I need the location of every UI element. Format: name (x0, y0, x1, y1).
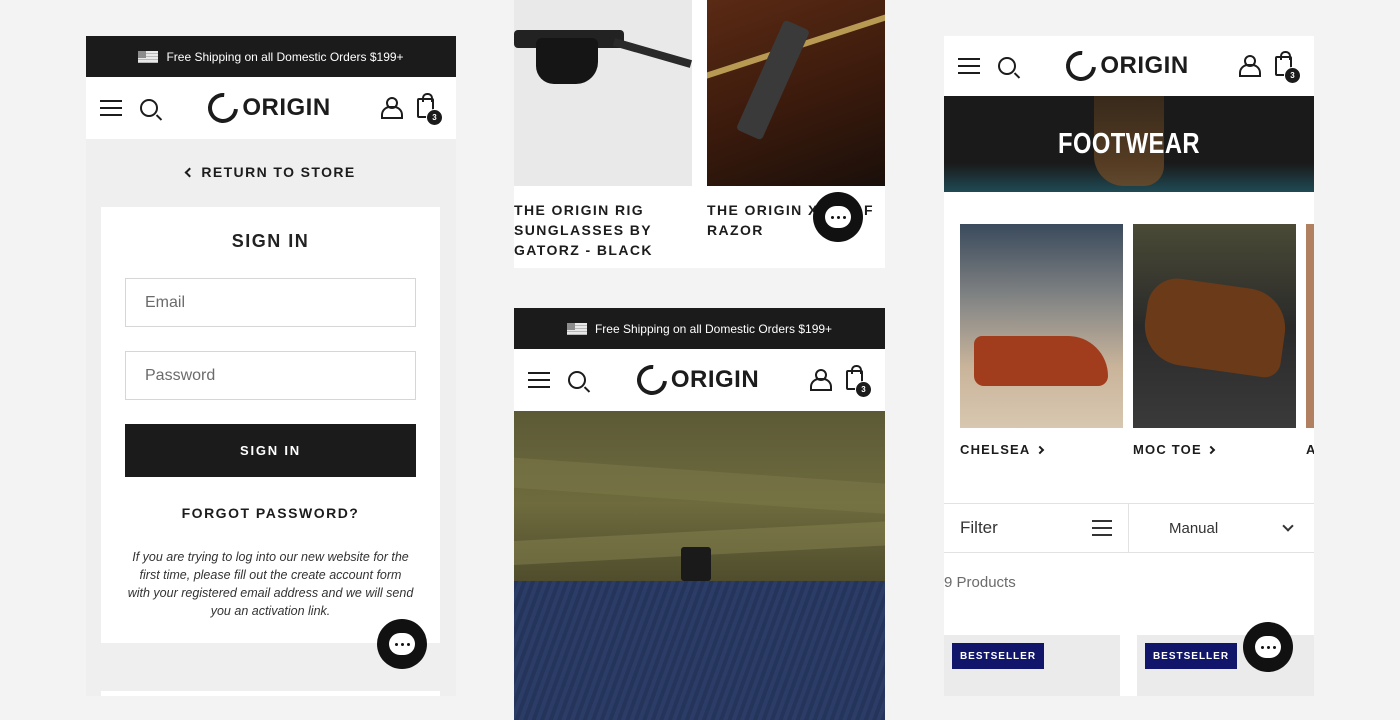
chat-button[interactable] (813, 192, 863, 242)
menu-icon[interactable] (528, 372, 550, 388)
promo-text: Free Shipping on all Domestic Orders $19… (594, 321, 833, 336)
promo-text: Free Shipping on all Domestic Orders $19… (166, 49, 404, 64)
jeans (514, 581, 885, 720)
us-flag-icon (566, 322, 587, 335)
sliders-icon (1092, 520, 1112, 536)
footwear-screen: ORIGIN 3 FOOTWEAR CHELSEA MOC TOE A Filt… (944, 36, 1314, 696)
site-header: ORIGIN 3 (514, 349, 885, 411)
cart-icon[interactable]: 3 (846, 365, 872, 398)
filter-bar: Filter Manual (944, 503, 1314, 553)
chevron-down-icon (1282, 520, 1294, 532)
site-header: ORIGIN 3 (86, 77, 456, 139)
razor-blade (735, 19, 811, 141)
brand-logo[interactable]: ORIGIN (630, 358, 759, 402)
cart-icon[interactable]: 3 (417, 93, 443, 126)
password-field[interactable]: Password (125, 351, 416, 400)
moc-toe-boot (1139, 274, 1291, 380)
sort-select[interactable]: Manual (1129, 504, 1314, 552)
chat-button[interactable] (1243, 622, 1293, 672)
category-tile[interactable] (1306, 224, 1314, 428)
category-label[interactable]: MOC TOE (1133, 442, 1216, 457)
signin-card: SIGN IN Email Password SIGN IN FORGOT PA… (101, 207, 440, 643)
chelsea-boot (974, 336, 1108, 386)
account-icon[interactable] (1239, 55, 1261, 77)
banner-title: FOOTWEAR (1058, 128, 1200, 160)
us-flag-icon (138, 50, 159, 63)
product-grid: THE ORIGIN RIG SUNGLASSES BY GATORZ - BL… (514, 0, 885, 268)
search-icon[interactable] (998, 57, 1016, 75)
shirt-fold (514, 456, 885, 516)
product-title-tail: F (864, 202, 874, 218)
search-icon[interactable] (568, 371, 586, 389)
product-card[interactable]: BESTSELLER (944, 635, 1120, 696)
card-bottom-edge (101, 691, 440, 696)
promo-bar: Free Shipping on all Domestic Orders $19… (86, 36, 456, 77)
home-screen: Free Shipping on all Domestic Orders $19… (514, 308, 885, 720)
signin-help-text: If you are trying to log into our new we… (127, 550, 414, 618)
email-field[interactable]: Email (125, 278, 416, 327)
sunglasses-image (514, 0, 692, 186)
chevron-right-icon (1035, 445, 1044, 454)
site-header: ORIGIN 3 (944, 36, 1314, 96)
menu-icon[interactable] (958, 58, 980, 74)
footwear-banner: FOOTWEAR (944, 96, 1314, 192)
chevron-right-icon (1206, 445, 1216, 454)
category-tile[interactable] (1133, 224, 1296, 428)
category-label[interactable]: CHELSEA (960, 442, 1044, 457)
filter-button[interactable]: Filter (944, 504, 1129, 552)
signin-button[interactable]: SIGN IN (125, 424, 416, 477)
cart-count-badge: 3 (855, 381, 872, 398)
search-icon[interactable] (140, 99, 158, 117)
brand-logo[interactable]: ORIGIN (202, 86, 330, 130)
account-icon[interactable] (381, 97, 403, 119)
shirt-tag (681, 547, 711, 581)
cart-count-badge: 3 (426, 109, 443, 126)
forgot-password-link[interactable]: FORGOT PASSWORD? (101, 505, 440, 521)
cart-icon[interactable]: 3 (1275, 51, 1301, 84)
origin-logo-icon (630, 358, 673, 402)
chevron-left-icon (184, 167, 195, 177)
product-card[interactable]: THE ORIGIN RIG SUNGLASSES BY GATORZ - BL… (514, 0, 692, 268)
product-title[interactable]: THE ORIGIN RIG SUNGLASSES BY GATORZ - BL… (514, 200, 684, 260)
signin-screen: Free Shipping on all Domestic Orders $19… (86, 36, 456, 696)
sunglasses-arm (612, 38, 692, 68)
return-to-store-link[interactable]: RETURN TO STORE (86, 139, 456, 205)
signin-heading: SIGN IN (231, 231, 310, 251)
chat-button[interactable] (377, 619, 427, 669)
origin-logo-icon (1060, 44, 1103, 88)
promo-bar: Free Shipping on all Domestic Orders $19… (514, 308, 885, 349)
brand-logo[interactable]: ORIGIN (1060, 44, 1188, 88)
category-tile[interactable] (960, 224, 1123, 428)
product-count: 9 Products (944, 574, 1016, 591)
bestseller-badge: BESTSELLER (1145, 643, 1237, 669)
category-label[interactable]: A (1306, 442, 1314, 457)
bestseller-badge: BESTSELLER (952, 643, 1044, 669)
menu-icon[interactable] (100, 100, 122, 116)
hero-image (514, 411, 885, 720)
cart-count-badge: 3 (1284, 67, 1301, 84)
product-card[interactable]: THE ORIGIN XF RAZOR (707, 0, 885, 268)
account-icon[interactable] (810, 369, 832, 391)
origin-logo-icon (202, 86, 245, 130)
sunglasses-lens (536, 38, 598, 84)
razor-image (707, 0, 885, 186)
